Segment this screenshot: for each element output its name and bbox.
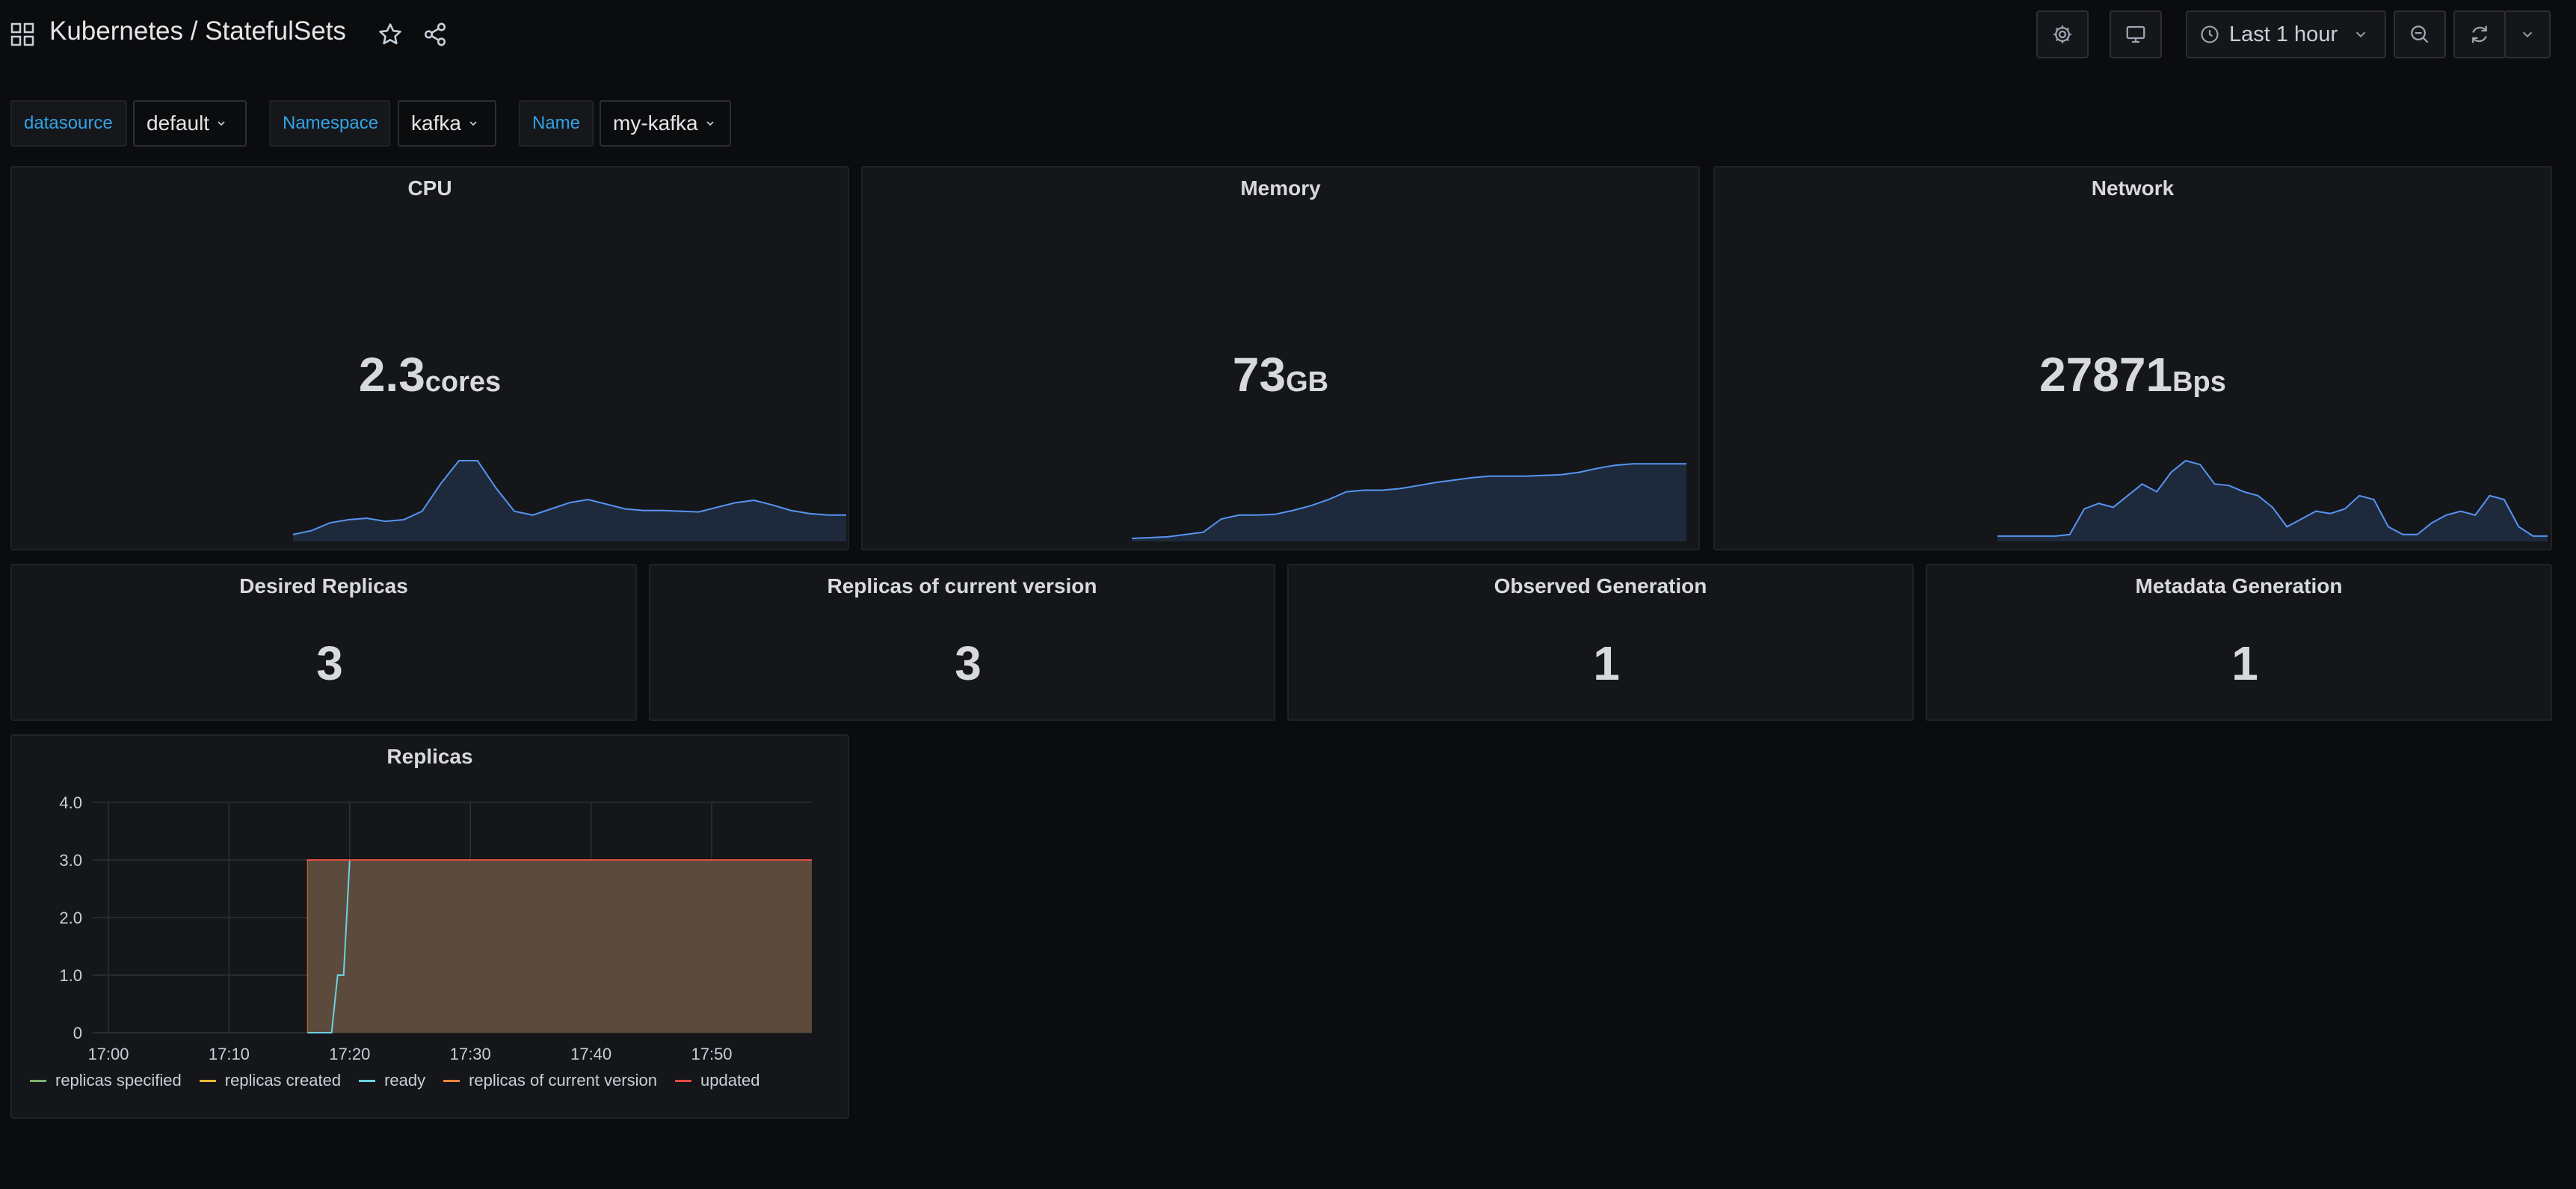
replicas-current-version-panel[interactable]: Replicas of current version 3: [649, 564, 1275, 721]
memory-stat-value: 73GB: [863, 347, 1698, 402]
variable-select-namespace[interactable]: kafka: [398, 100, 496, 147]
refresh-button[interactable]: [2453, 10, 2506, 58]
stat-unit: Bps: [2172, 366, 2226, 398]
legend-item[interactable]: replicas created: [199, 1071, 342, 1090]
monitor-icon: [2126, 25, 2145, 43]
settings-button[interactable]: [2036, 10, 2089, 58]
memory-panel[interactable]: Memory 73GB: [861, 166, 1700, 550]
observed-generation-panel[interactable]: Observed Generation 1: [1287, 564, 1914, 721]
panel-title: Observed Generation: [1494, 574, 1707, 597]
network-panel[interactable]: Network 27871Bps: [1713, 166, 2552, 550]
desired-replicas-value: 3: [316, 636, 343, 690]
time-picker-button[interactable]: Last 1 hour: [2186, 10, 2386, 58]
panel-title: Desired Replicas: [239, 574, 408, 597]
y-tick-label: 4.0: [59, 793, 82, 812]
tv-mode-button[interactable]: [2110, 10, 2162, 58]
network-stat-value: 27871Bps: [1715, 347, 2551, 402]
refresh-icon: [2472, 25, 2487, 43]
y-tick-label: 0: [73, 1024, 82, 1042]
x-tick-label: 17:30: [450, 1045, 491, 1063]
variable-select-datasource[interactable]: default: [133, 100, 247, 147]
legend-label: updated: [700, 1071, 760, 1090]
variable-label-namespace: Namespace: [269, 100, 390, 147]
sparkline-area: [1132, 464, 1686, 541]
legend-item[interactable]: ready: [359, 1071, 425, 1090]
variable-label-name: Name: [519, 100, 594, 147]
dashboards-grid-icon[interactable]: [10, 22, 34, 46]
variable-value-datasource: default: [147, 111, 210, 135]
memory-sparkline: [1132, 463, 1686, 541]
cpu-sparkline: [293, 460, 846, 541]
legend-label: replicas of current version: [469, 1071, 657, 1090]
variable-value-name: my-kafka: [613, 111, 698, 135]
cpu-panel[interactable]: CPU 2.3cores: [10, 166, 849, 550]
time-range-label: Last 1 hour: [2229, 22, 2338, 46]
legend-item[interactable]: replicas specified: [30, 1071, 182, 1090]
replicas-area: [307, 860, 812, 1033]
observed-generation-value: 1: [1593, 636, 1620, 690]
legend-swatch: [359, 1079, 376, 1082]
replicas-current-version-value: 3: [955, 636, 982, 690]
stat-unit: cores: [425, 366, 502, 398]
stat-number: 73: [1232, 348, 1287, 402]
cpu-stat-value: 2.3cores: [12, 347, 848, 402]
stat-number: 27871: [2039, 348, 2173, 402]
x-tick-label: 17:20: [329, 1045, 370, 1063]
legend-item[interactable]: updated: [675, 1071, 760, 1090]
y-tick-label: 1.0: [59, 966, 82, 985]
legend-swatch: [30, 1079, 46, 1082]
panel-title: Replicas of current version: [827, 574, 1097, 597]
x-tick-label: 17:10: [209, 1045, 250, 1063]
star-icon[interactable]: [377, 21, 404, 48]
x-tick-label: 17:40: [570, 1045, 611, 1063]
zoom-out-button[interactable]: [2394, 10, 2446, 58]
legend-label: replicas created: [224, 1071, 342, 1090]
refresh-interval-button[interactable]: [2504, 10, 2551, 58]
share-icon[interactable]: [422, 21, 449, 48]
panel-title: CPU: [407, 176, 452, 200]
dashboard-title[interactable]: Kubernetes / StatefulSets: [49, 16, 346, 46]
stat-number: 2.3: [358, 348, 425, 402]
x-tick-label: 17:00: [87, 1045, 129, 1063]
clock-icon: [2201, 25, 2219, 43]
variable-value-namespace: kafka: [411, 111, 461, 135]
variable-label-datasource: datasource: [10, 100, 127, 147]
sparkline-area: [1997, 461, 2548, 541]
x-tick-label: 17:50: [691, 1045, 732, 1063]
chevron-down-icon: [2522, 31, 2533, 38]
legend-label: ready: [384, 1071, 426, 1090]
legend-item[interactable]: replicas of current version: [443, 1071, 657, 1090]
replicas-chart: 0 1.0 2.0 3.0 4.0 17:00 17:10 17:20 17:30 17:40 17…: [59, 793, 812, 1063]
legend-swatch: [675, 1079, 691, 1082]
zoom-out-icon: [2411, 25, 2429, 43]
variable-select-name[interactable]: my-kafka: [600, 100, 731, 147]
replicas-legend: replicas specified replicas created read…: [30, 1071, 778, 1090]
y-tick-label: 3.0: [59, 851, 82, 870]
desired-replicas-panel[interactable]: Desired Replicas 3: [10, 564, 637, 721]
chevron-down-icon: [706, 121, 714, 126]
network-sparkline: [1997, 459, 2548, 541]
metadata-generation-value: 1: [2231, 636, 2258, 690]
legend-label: replicas specified: [55, 1071, 182, 1090]
metadata-generation-panel[interactable]: Metadata Generation 1: [1926, 564, 2552, 721]
stat-unit: GB: [1286, 366, 1329, 398]
panel-title: Memory: [1240, 176, 1321, 200]
chevron-down-icon: [2355, 31, 2366, 38]
panel-title: Metadata Generation: [2135, 574, 2343, 597]
chevron-down-icon: [469, 121, 477, 126]
legend-swatch: [199, 1079, 216, 1082]
chevron-down-icon: [218, 121, 225, 126]
sparkline-area: [293, 461, 846, 541]
panel-title: Network: [2091, 176, 2175, 200]
gear-icon: [2053, 25, 2071, 43]
y-tick-label: 2.0: [59, 909, 82, 927]
legend-swatch: [443, 1079, 460, 1082]
